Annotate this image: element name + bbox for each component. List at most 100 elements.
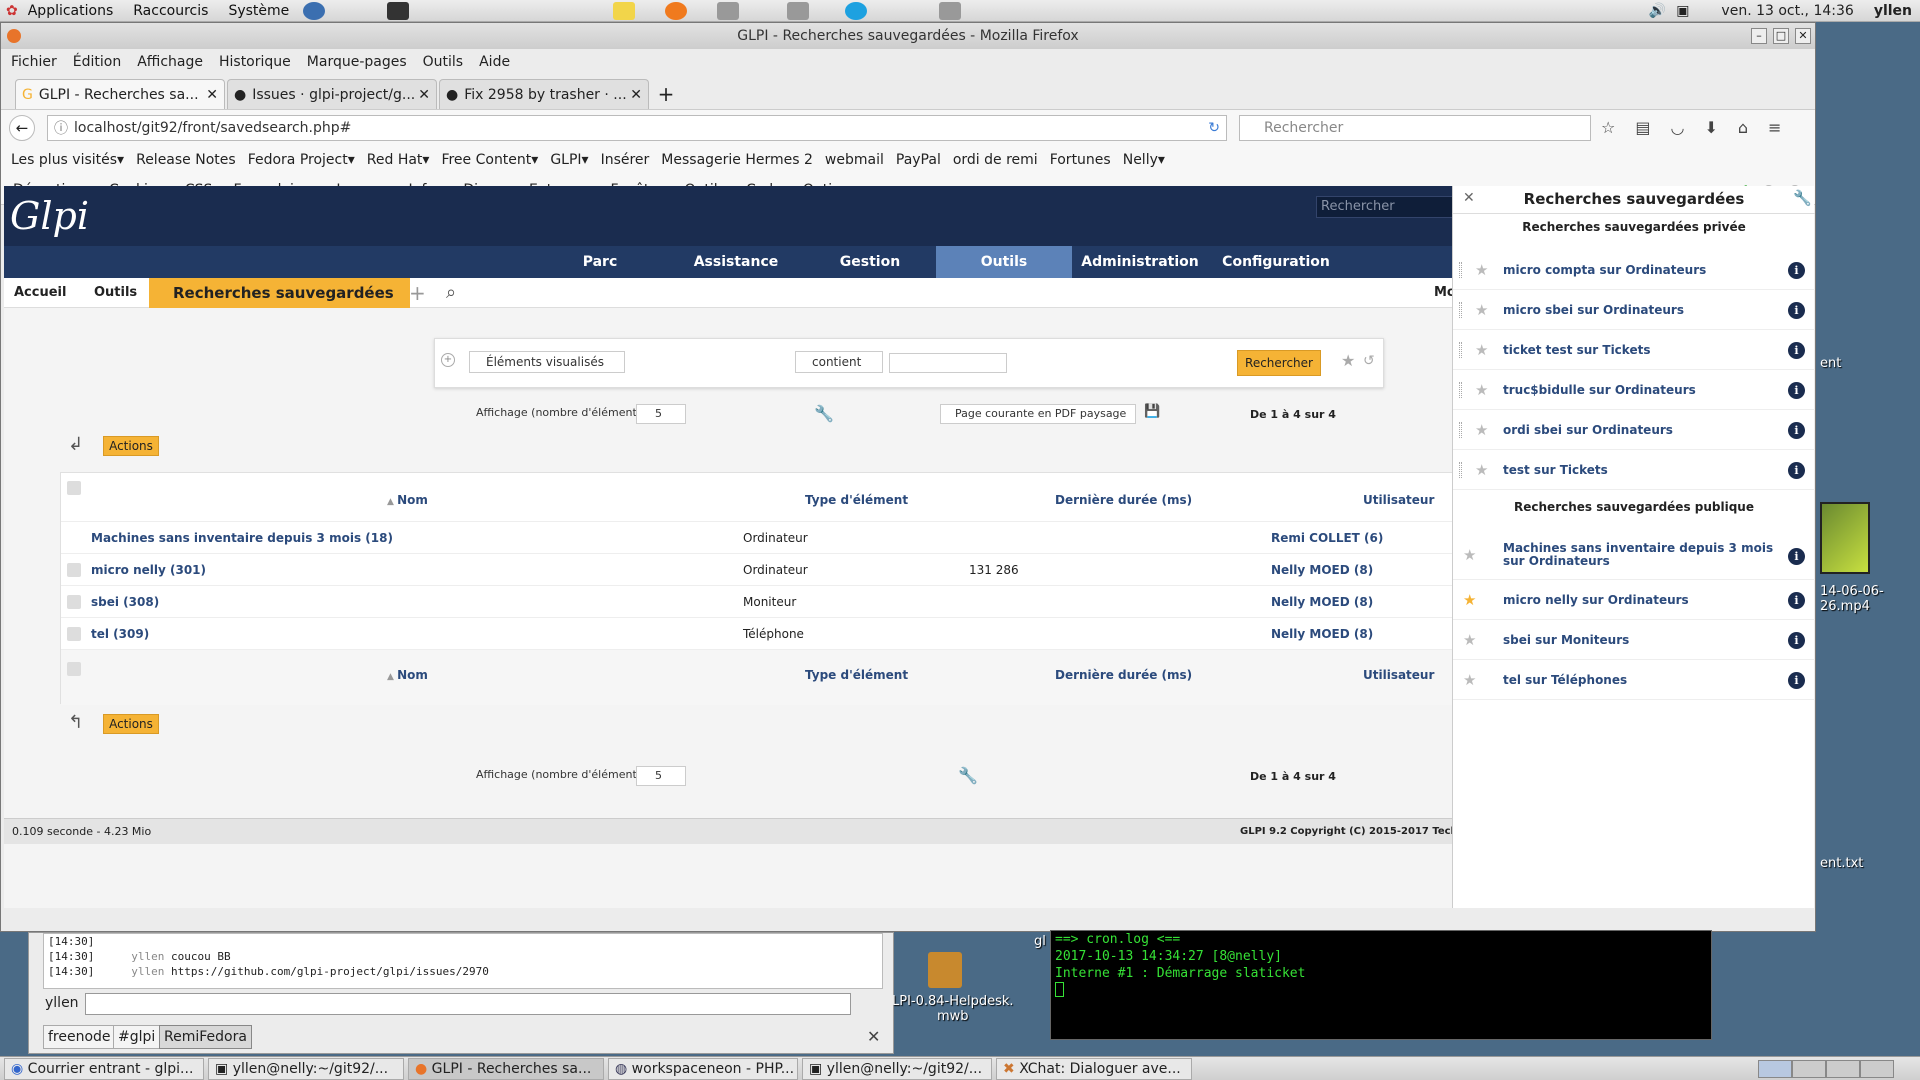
tab-issues[interactable]: ● Issues · glpi-project/g... ✕ <box>227 79 437 109</box>
saved-search-label[interactable]: truc$bidulle sur Ordinateurs <box>1503 370 1783 410</box>
menu-administration[interactable]: Administration <box>1072 246 1208 278</box>
saved-search-item[interactable]: ★ ticket test sur Tickets i <box>1453 330 1815 370</box>
info-icon[interactable]: i <box>1788 632 1805 649</box>
menu-help[interactable]: Aide <box>469 54 516 70</box>
channel-tab-remifedora[interactable]: RemiFedora <box>159 1025 252 1049</box>
export-select[interactable]: Page courante en PDF paysage <box>940 404 1136 424</box>
bookmark-nelly[interactable]: Nelly▾ <box>1123 152 1165 168</box>
breadcrumb-outils[interactable]: Outils <box>94 278 137 308</box>
row-name[interactable]: sbei (308) <box>91 586 159 618</box>
menu-file[interactable]: Fichier <box>1 54 63 70</box>
bookmark-paypal[interactable]: PayPal <box>896 152 941 168</box>
desktop-video-label[interactable]: 14-06-06- 26.mp4 <box>1820 584 1884 614</box>
operator-select[interactable]: contient <box>795 351 883 373</box>
menu-edit[interactable]: Édition <box>63 54 127 70</box>
bookmark-inserer[interactable]: Insérer <box>601 152 650 168</box>
hamburger-menu-icon[interactable]: ≡ <box>1768 118 1781 137</box>
workspace-3[interactable] <box>1826 1059 1860 1078</box>
star-icon[interactable]: ★ <box>1475 341 1488 359</box>
home-icon[interactable]: ⌂ <box>1738 118 1748 137</box>
saved-search-item[interactable]: ★ test sur Tickets i <box>1453 450 1815 490</box>
table-row[interactable]: micro nelly (301) Ordinateur 131 286 Nel… <box>61 553 1454 585</box>
criterion-value-input[interactable] <box>889 353 1007 373</box>
column-header-user[interactable]: Utilisateur <box>1363 668 1434 682</box>
row-user[interactable]: Nelly MOED (8) <box>1271 618 1373 650</box>
workspace-switcher[interactable] <box>1758 1059 1894 1078</box>
bookmark-most-visited[interactable]: Les plus visités▾ <box>11 152 124 168</box>
select-all-checkbox[interactable] <box>67 662 81 676</box>
tool2-launcher-icon[interactable] <box>787 1 810 20</box>
row-name[interactable]: Machines sans inventaire depuis 3 mois (… <box>91 522 393 554</box>
bookmark-redhat[interactable]: Red Hat▾ <box>367 152 430 168</box>
bookmark-ordi-remi[interactable]: ordi de remi <box>953 152 1038 168</box>
close-window-button[interactable]: ✕ <box>1795 28 1811 44</box>
table-row[interactable]: Machines sans inventaire depuis 3 mois (… <box>61 521 1454 553</box>
user-menu[interactable]: yllen <box>1874 3 1912 19</box>
applications-menu[interactable]: Applications <box>18 3 124 19</box>
tool-launcher-icon[interactable] <box>717 1 740 20</box>
select-all-checkbox[interactable] <box>67 481 81 495</box>
star-icon[interactable]: ★ <box>1463 671 1476 689</box>
bookmark-fedora[interactable]: Fedora Project▾ <box>248 152 355 168</box>
desktop-file-label[interactable]: LPI-0.84-Helpdesk. mwb <box>892 994 1014 1024</box>
saved-search-item[interactable]: ★ micro nelly sur Ordinateurs i <box>1453 580 1815 620</box>
search-button[interactable]: Rechercher <box>1237 350 1321 376</box>
menu-history[interactable]: Historique <box>209 54 297 70</box>
row-checkbox[interactable] <box>67 595 81 609</box>
row-checkbox[interactable] <box>67 627 81 641</box>
chat-input[interactable] <box>85 993 851 1015</box>
saved-search-item[interactable]: ★ micro sbei sur Ordinateurs i <box>1453 290 1815 330</box>
drag-handle-icon[interactable] <box>1459 302 1462 318</box>
column-header-duration[interactable]: Dernière durée (ms) <box>1055 493 1192 507</box>
firefox-window-icon[interactable] <box>7 29 21 43</box>
close-tab-icon[interactable]: ✕ <box>418 87 430 103</box>
saved-search-label[interactable]: Machines sans inventaire depuis 3 mois s… <box>1503 530 1783 580</box>
wrench-icon[interactable]: 🔧 <box>1793 189 1812 207</box>
star-icon[interactable]: ★ <box>1475 461 1488 479</box>
gnome-foot-icon[interactable]: ✿ <box>6 3 18 19</box>
star-icon[interactable]: ★ <box>1475 421 1488 439</box>
new-tab-button[interactable]: + <box>651 79 681 109</box>
tab-fix[interactable]: ● Fix 2958 by trasher · ... ✕ <box>439 79 649 109</box>
row-checkbox[interactable] <box>67 563 81 577</box>
workspace-1[interactable] <box>1758 1059 1792 1078</box>
bookmark-webmail[interactable]: webmail <box>825 152 884 168</box>
star-favorite-icon[interactable]: ★ <box>1463 591 1476 609</box>
glpi-logo[interactable]: Glpi <box>10 194 89 238</box>
saved-search-item[interactable]: ★ tel sur Téléphones i <box>1453 660 1815 700</box>
column-header-type[interactable]: Type d'élément <box>805 668 908 682</box>
saved-search-label[interactable]: tel sur Téléphones <box>1503 660 1783 700</box>
system-menu[interactable]: Système <box>218 3 299 19</box>
channel-tab-freenode[interactable]: freenode <box>43 1025 116 1049</box>
add-criterion-icon[interactable]: + <box>441 353 455 367</box>
saved-search-label[interactable]: micro sbei sur Ordinateurs <box>1503 290 1783 330</box>
firefox-search-input[interactable]: Rechercher <box>1239 114 1591 141</box>
saved-search-item[interactable]: ★ sbei sur Moniteurs i <box>1453 620 1815 660</box>
pocket-icon[interactable]: ◡ <box>1670 118 1684 137</box>
drag-handle-icon[interactable] <box>1459 262 1462 278</box>
bookmark-fortunes[interactable]: Fortunes <box>1050 152 1111 168</box>
menu-configuration[interactable]: Configuration <box>1208 246 1344 278</box>
task-terminal-2[interactable]: ▣ yllen@nelly:~/git92/... <box>802 1057 992 1080</box>
close-tab-icon[interactable]: ✕ <box>206 87 218 103</box>
bookmark-glpi[interactable]: GLPI▾ <box>550 152 588 168</box>
info-icon[interactable]: i <box>1788 462 1805 479</box>
maximize-button[interactable]: □ <box>1773 28 1789 44</box>
wrench-icon[interactable]: 🔧 <box>958 766 978 785</box>
actions-button[interactable]: Actions <box>103 436 159 456</box>
drag-handle-icon[interactable] <box>1459 342 1462 358</box>
download-icon[interactable]: ⬇ <box>1704 118 1717 137</box>
saved-search-label[interactable]: ticket test sur Tickets <box>1503 330 1783 370</box>
column-header-user[interactable]: Utilisateur <box>1363 493 1434 507</box>
terminal-launcher-icon[interactable] <box>387 1 410 20</box>
reading-list-icon[interactable]: ▤ <box>1635 118 1650 137</box>
header-right-label[interactable]: Mo <box>1434 278 1454 308</box>
bookmark-star-icon[interactable]: ☆ <box>1601 118 1615 137</box>
reset-icon[interactable]: ↺ <box>1363 353 1375 369</box>
table-row[interactable]: sbei (308) Moniteur Nelly MOED (8) <box>61 585 1454 617</box>
drag-handle-icon[interactable] <box>1459 382 1462 398</box>
nick-label[interactable]: yllen <box>45 995 79 1011</box>
task-firefox[interactable]: ● GLPI - Recherches sa... <box>408 1057 604 1080</box>
screen-icon[interactable]: ▣ <box>1676 3 1689 19</box>
task-terminal-1[interactable]: ▣ yllen@nelly:~/git92/... <box>208 1057 404 1080</box>
